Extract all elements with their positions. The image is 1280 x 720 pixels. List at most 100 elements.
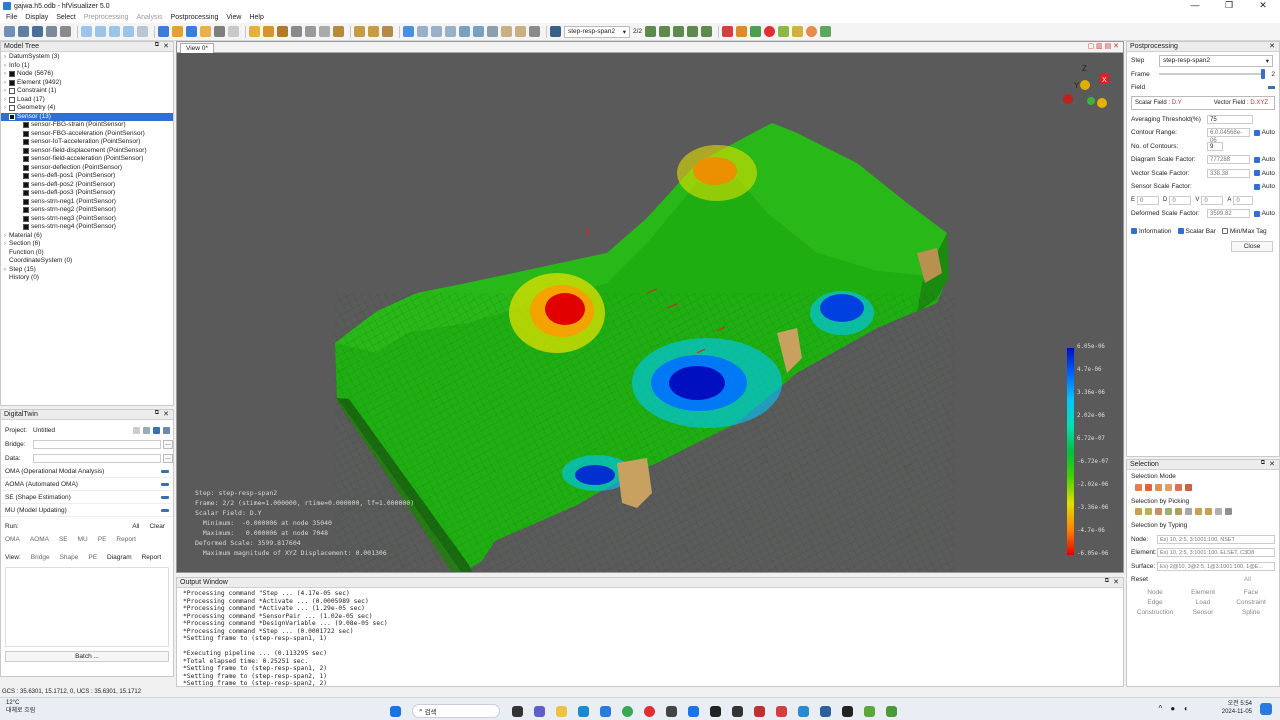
new-project-icon[interactable] — [133, 426, 140, 434]
module-oma[interactable]: OMA (Operational Modal Analysis) — [1, 465, 173, 478]
tree-item[interactable]: › Element (9492) — [1, 79, 173, 88]
tree-checkbox[interactable] — [23, 130, 29, 137]
maximize-button[interactable]: ❐ — [1212, 0, 1246, 11]
export-icon[interactable] — [820, 26, 832, 37]
run-mu-button[interactable]: MU — [78, 536, 88, 543]
chrome-icon[interactable] — [622, 705, 633, 717]
tree-checkbox[interactable] — [23, 207, 29, 214]
expand-icon[interactable]: › — [1, 70, 9, 79]
terminal-icon[interactable] — [842, 705, 853, 717]
bridge-browse-button[interactable]: … — [163, 439, 173, 449]
measure-icon[interactable] — [305, 26, 316, 37]
tree-item[interactable]: › Section (6) — [1, 240, 173, 249]
contour-auto-checkbox[interactable] — [1253, 129, 1260, 136]
tools-icon[interactable] — [60, 26, 71, 37]
tree-item[interactable]: CoordinateSystem (0) — [1, 257, 173, 266]
run-report-button[interactable]: Report — [116, 536, 136, 543]
tree-checkbox[interactable] — [23, 139, 29, 146]
marker-icon[interactable] — [722, 26, 734, 37]
run-clear-button[interactable]: Clear — [149, 523, 165, 530]
app-icon[interactable] — [732, 705, 743, 717]
expand-icon[interactable]: › — [1, 266, 9, 275]
pick-box-icon[interactable] — [1145, 508, 1152, 515]
contours-spinbox[interactable]: 9 — [1207, 141, 1223, 151]
task-view-icon[interactable] — [512, 705, 523, 717]
teams-icon[interactable] — [534, 705, 545, 717]
tree-item[interactable]: sens-strn-neg3 (PointSensor) — [1, 215, 173, 224]
mode-shape-icon[interactable] — [501, 26, 512, 37]
flag-icon[interactable] — [736, 26, 748, 37]
expand-icon[interactable]: › — [1, 62, 9, 71]
open-project-icon[interactable] — [143, 426, 150, 434]
frame-slider-thumb[interactable] — [1261, 69, 1266, 80]
app-icon[interactable] — [798, 705, 809, 717]
viewport[interactable]: View 0* ▢ ▥ ▤ ✕ Z Y X Step: step-resp-sp… — [176, 41, 1124, 573]
tree-item[interactable]: sensor-FBG-strain (PointSensor) — [1, 121, 173, 130]
float-icon[interactable]: ⧉ — [155, 410, 159, 417]
tree-item[interactable]: › Constraint (1) — [1, 87, 173, 96]
minimize-button[interactable]: — — [1178, 0, 1212, 11]
light-icon[interactable] — [214, 26, 225, 37]
select-constraint-icon[interactable] — [1185, 483, 1192, 491]
app-icon[interactable] — [688, 705, 699, 717]
tree-checkbox[interactable] — [23, 224, 29, 231]
curve-icon[interactable] — [277, 26, 288, 37]
solid-render-icon[interactable] — [158, 26, 169, 37]
deformed-auto-checkbox[interactable] — [1253, 210, 1260, 217]
pick-shrink-icon[interactable] — [1205, 508, 1212, 515]
view-diagram-button[interactable]: Diagram — [107, 554, 132, 561]
element-input[interactable]: Ex) 10, 2:5, 3:1001:100, ELSET, C3D8 — [1157, 548, 1275, 558]
tree-item[interactable]: › DatumSystem (3) — [1, 53, 173, 62]
windows-start-icon[interactable] — [390, 705, 401, 717]
d-input[interactable]: 0 — [1169, 195, 1192, 205]
app-icon[interactable] — [820, 705, 831, 717]
tree-checkbox[interactable] — [9, 71, 15, 78]
module-toggle-icon[interactable] — [161, 495, 169, 499]
tree-item[interactable]: ⌄ Sensor (13) — [1, 112, 173, 121]
run-pe-button[interactable]: PE — [98, 536, 107, 543]
pick-invert-icon[interactable] — [1185, 508, 1192, 515]
view-side-icon[interactable] — [123, 26, 134, 37]
tree-item[interactable]: › Geometry (4) — [1, 104, 173, 113]
viewport-window-controls[interactable]: ▢ ▥ ▤ ✕ — [1087, 42, 1119, 50]
pick-polygon-icon[interactable] — [1155, 508, 1162, 515]
averaging-input[interactable]: 75 — [1207, 114, 1253, 124]
deformed-scale-input[interactable]: 3599.82 — [1207, 209, 1250, 219]
close-icon[interactable]: ✕ — [1113, 578, 1119, 586]
print-icon[interactable] — [46, 26, 57, 37]
sync-icon[interactable] — [750, 26, 762, 37]
reset-element-button[interactable]: Element — [1179, 589, 1227, 596]
expand-icon[interactable]: › — [1, 232, 9, 241]
play-icon[interactable] — [673, 26, 685, 37]
view-iso-icon[interactable] — [81, 26, 92, 37]
cube-icon[interactable] — [778, 26, 790, 37]
app-icon[interactable] — [754, 705, 765, 717]
module-se[interactable]: SE (Shape Estimation) — [1, 491, 173, 504]
tree-item[interactable]: sensor-FBG-acceleration (PointSensor) — [1, 130, 173, 139]
float-icon[interactable]: ⧉ — [1261, 460, 1265, 467]
pick-circle-icon[interactable] — [1165, 508, 1172, 515]
reset-constraint-button[interactable]: Constraint — [1227, 599, 1275, 606]
app-icon[interactable] — [864, 705, 875, 717]
weather-widget[interactable]: 12°C 대체로 흐림 — [6, 699, 35, 715]
menu-file[interactable]: File — [6, 14, 17, 21]
tree-item[interactable]: History (0) — [1, 274, 173, 283]
close-icon[interactable]: ✕ — [163, 42, 169, 50]
key-icon[interactable] — [792, 26, 804, 37]
history-plot-icon[interactable] — [529, 26, 540, 37]
contour-plot-icon[interactable] — [473, 26, 484, 37]
taskbar-search[interactable]: ⌕ 검색 — [412, 704, 500, 718]
diagram-scale-input[interactable]: 777288 — [1207, 155, 1250, 165]
select-edge-icon[interactable] — [1165, 483, 1172, 491]
tree-checkbox[interactable] — [9, 88, 15, 95]
tree-item[interactable]: sens-strn-neg1 (PointSensor) — [1, 198, 173, 207]
tree-item[interactable]: › Step (15) — [1, 266, 173, 275]
module-aoma[interactable]: AOMA (Automated OMA) — [1, 478, 173, 491]
menu-analysis[interactable]: Analysis — [136, 14, 162, 21]
float-icon[interactable]: ⧉ — [155, 42, 159, 49]
tree-checkbox[interactable] — [23, 190, 29, 197]
select-element-icon[interactable] — [1145, 483, 1152, 491]
tree-item[interactable]: sensor-IoT-acceleration (PointSensor) — [1, 138, 173, 147]
close-icon[interactable]: ✕ — [163, 410, 169, 418]
edge-icon[interactable] — [578, 705, 589, 717]
